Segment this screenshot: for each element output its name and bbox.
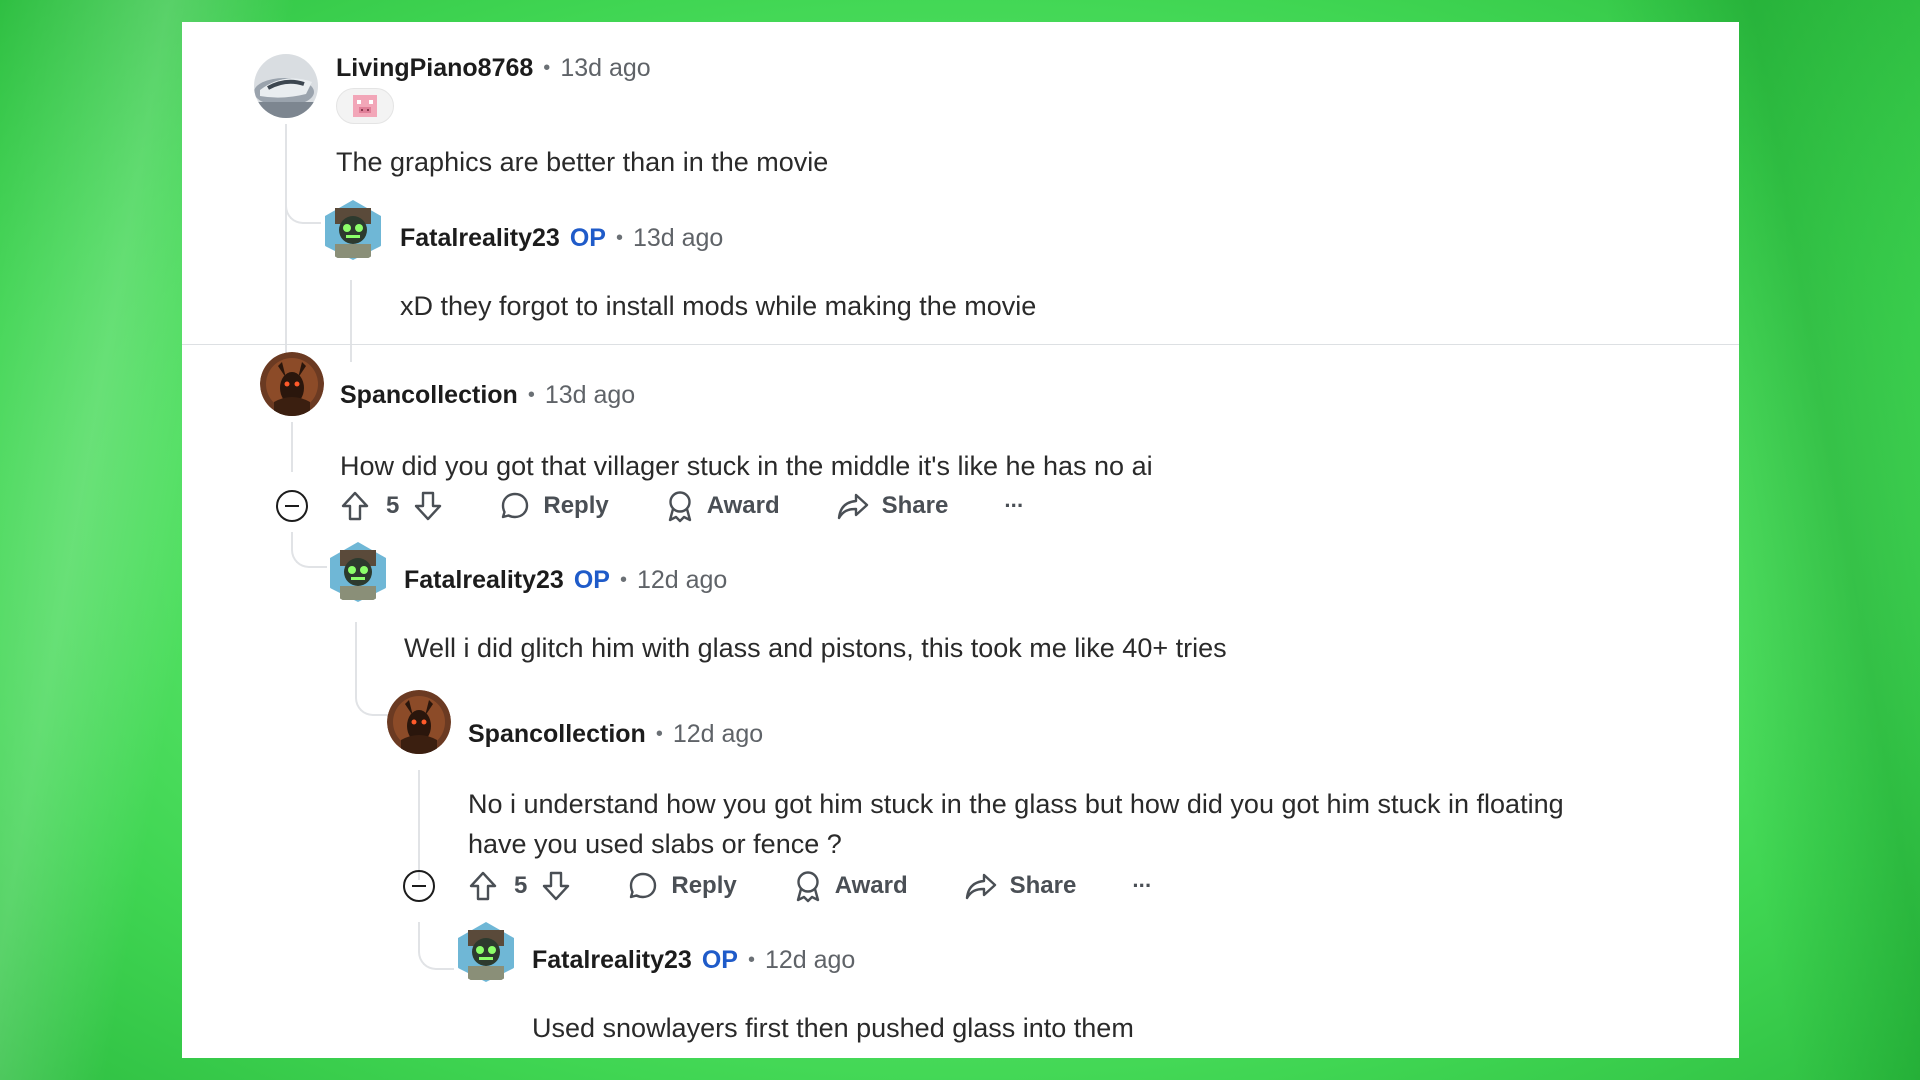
thread-connector xyxy=(355,680,391,716)
timestamp[interactable]: 12d ago xyxy=(765,946,855,975)
separator-dot: • xyxy=(747,949,755,971)
share-button[interactable]: Share xyxy=(836,491,949,521)
demon-avatar-icon[interactable] xyxy=(260,352,324,416)
more-options-button[interactable]: ··· xyxy=(1132,873,1152,899)
separator-dot: • xyxy=(619,569,627,591)
award-icon xyxy=(668,491,691,523)
award-label: Award xyxy=(706,492,780,519)
more-icon: ··· xyxy=(1132,873,1152,898)
vote-count: 5 xyxy=(386,492,400,519)
comment-actions: 5 Reply Award Share ··· xyxy=(340,488,1024,524)
separator-dot: • xyxy=(527,384,535,406)
comment-body-line: have you used slabs or fence ? xyxy=(468,829,842,859)
thread-line xyxy=(355,622,357,682)
share-icon xyxy=(965,873,996,900)
op-badge: OP xyxy=(701,946,738,974)
upvote-button[interactable] xyxy=(340,490,370,522)
username[interactable]: Fatalreality23 xyxy=(532,946,692,975)
award-icon xyxy=(796,871,819,903)
comment-header: Spancollection • 12d ago xyxy=(468,720,763,749)
share-label: Share xyxy=(1009,872,1077,899)
comment-header: Spancollection • 13d ago xyxy=(340,381,635,410)
comment-bubble-icon xyxy=(502,492,529,519)
award-label: Award xyxy=(834,872,908,899)
comment-body: Used snowlayers first then pushed glass … xyxy=(532,1013,1134,1043)
comment-body: Well i did glitch him with glass and pis… xyxy=(404,633,1227,663)
award-button[interactable]: Award xyxy=(793,869,908,903)
robot-avatar-icon[interactable] xyxy=(326,540,390,604)
car-avatar-icon[interactable] xyxy=(254,54,318,118)
robot-avatar-icon[interactable] xyxy=(321,198,385,262)
timestamp[interactable]: 13d ago xyxy=(545,381,635,410)
collapse-thread-button[interactable] xyxy=(403,870,435,902)
demon-avatar-icon[interactable] xyxy=(387,690,451,754)
more-options-button[interactable]: ··· xyxy=(1004,493,1024,519)
comment-header: Fatalreality23 OP • 12d ago xyxy=(404,566,727,595)
comment-thread-card: LivingPiano8768 • 13d ago The graphics a… xyxy=(182,22,1739,1058)
timestamp[interactable]: 12d ago xyxy=(673,720,763,749)
timestamp[interactable]: 13d ago xyxy=(560,54,650,83)
op-badge: OP xyxy=(569,224,606,252)
downvote-icon xyxy=(543,871,570,901)
robot-avatar-icon[interactable] xyxy=(454,920,518,984)
reply-button[interactable]: Reply xyxy=(627,870,737,902)
username[interactable]: Spancollection xyxy=(340,381,518,410)
separator-dot: • xyxy=(615,227,623,249)
thread-line xyxy=(418,770,420,880)
upvote-icon xyxy=(341,491,369,521)
comment-header: LivingPiano8768 • 13d ago xyxy=(336,54,651,83)
reply-label: Reply xyxy=(671,872,737,899)
award-button[interactable]: Award xyxy=(665,489,780,523)
reply-button[interactable]: Reply xyxy=(499,490,609,522)
username[interactable]: Fatalreality23 xyxy=(400,224,560,253)
comment-header: Fatalreality23 OP • 12d ago xyxy=(532,946,855,975)
comment-bubble-icon xyxy=(630,872,657,899)
separator-dot: • xyxy=(655,723,663,745)
thread-line xyxy=(350,280,352,362)
upvote-button[interactable] xyxy=(468,870,498,902)
thread-line xyxy=(291,422,293,472)
share-label: Share xyxy=(881,492,949,519)
downvote-button[interactable] xyxy=(413,490,443,522)
share-button[interactable]: Share xyxy=(964,871,1077,901)
share-icon xyxy=(837,493,868,520)
downvote-icon xyxy=(415,491,442,521)
reply-label: Reply xyxy=(543,492,609,519)
comment-actions: 5 Reply Award Share ··· xyxy=(468,868,1152,904)
comment-divider xyxy=(182,344,1739,345)
comment-body: xD they forgot to install mods while mak… xyxy=(400,291,1037,321)
username[interactable]: Spancollection xyxy=(468,720,646,749)
thread-connector xyxy=(418,922,454,970)
comment-body-line: No i understand how you got him stuck in… xyxy=(468,789,1564,819)
timestamp[interactable]: 12d ago xyxy=(637,566,727,595)
more-icon: ··· xyxy=(1004,493,1024,518)
separator-dot: • xyxy=(543,57,551,79)
timestamp[interactable]: 13d ago xyxy=(633,224,723,253)
comment-header: Fatalreality23 OP • 13d ago xyxy=(400,224,723,253)
op-badge: OP xyxy=(573,566,610,594)
thread-connector xyxy=(291,532,327,568)
comment-body: How did you got that villager stuck in t… xyxy=(340,451,1153,481)
downvote-button[interactable] xyxy=(541,870,571,902)
vote-count: 5 xyxy=(514,872,528,899)
upvote-icon xyxy=(469,871,497,901)
username[interactable]: Fatalreality23 xyxy=(404,566,564,595)
thread-line xyxy=(285,124,287,362)
comment-body: The graphics are better than in the movi… xyxy=(336,147,829,177)
pig-flair-icon xyxy=(336,88,394,124)
username[interactable]: LivingPiano8768 xyxy=(336,54,533,83)
thread-connector xyxy=(285,194,321,224)
collapse-thread-button[interactable] xyxy=(276,490,308,522)
